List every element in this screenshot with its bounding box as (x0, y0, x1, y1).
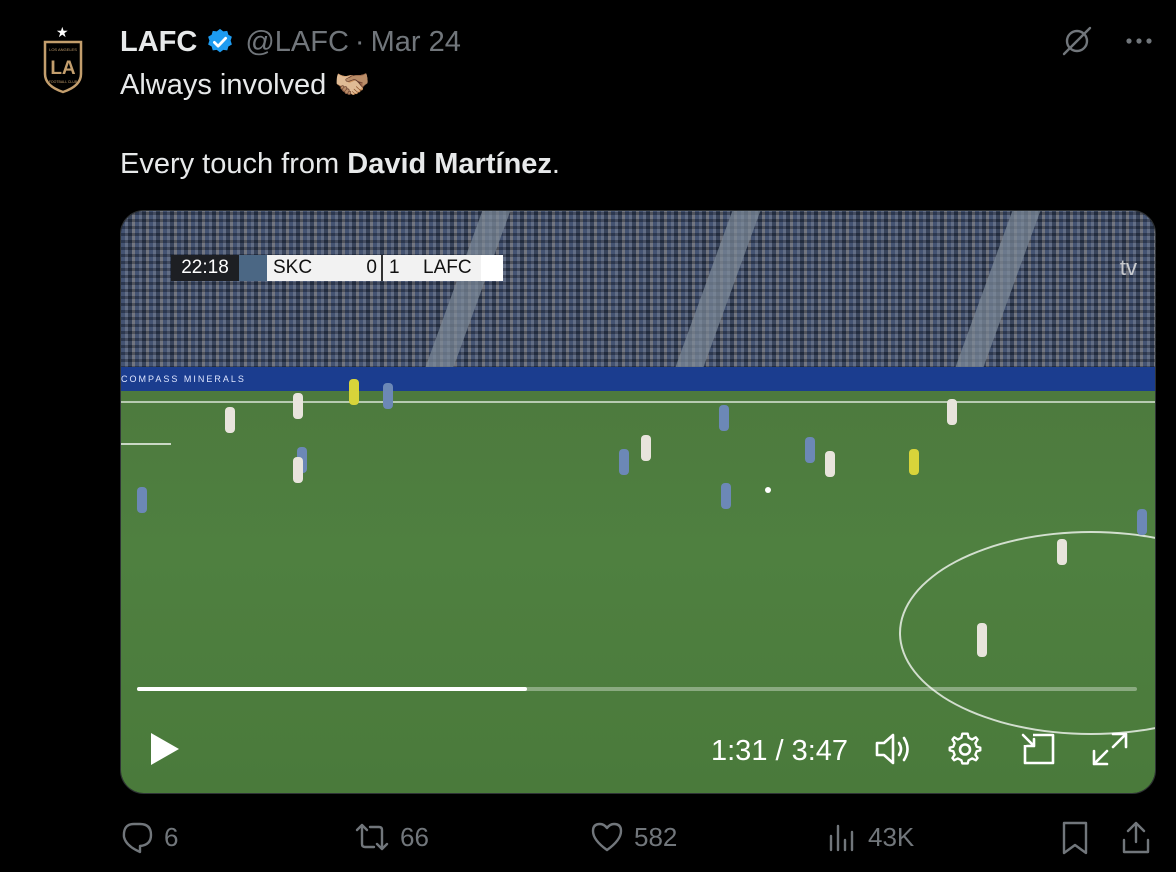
video-controls: 1:31 / 3:47 (121, 721, 1155, 777)
settings-icon[interactable] (947, 731, 983, 767)
player (1137, 509, 1147, 535)
verified-badge-icon (208, 28, 233, 53)
author-handle[interactable]: @LAFC (245, 26, 349, 59)
repost-button[interactable]: 66 (354, 820, 429, 854)
more-icon[interactable] (1124, 26, 1154, 56)
tweet-header: LAFC @LAFC · Mar 24 (120, 24, 461, 60)
player (1057, 539, 1067, 565)
views-count: 43K (868, 821, 915, 852)
player (225, 407, 235, 433)
tweet-text-bold-name: David Martínez (347, 148, 552, 180)
play-icon[interactable] (147, 731, 181, 767)
player (825, 451, 835, 477)
grok-icon[interactable] (1060, 24, 1094, 58)
player (719, 405, 729, 431)
home-color-bar (239, 255, 267, 281)
bookmark-button[interactable] (1060, 820, 1090, 856)
adboard-text: COMPASS MINERALS (121, 374, 246, 384)
home-team: SKC (267, 255, 345, 281)
avatar[interactable]: ★ LOS ANGELES LA FOOTBALL CLUB (40, 24, 86, 100)
svg-text:LA: LA (50, 58, 76, 79)
share-button[interactable] (1120, 820, 1152, 856)
home-score: 0 (345, 255, 383, 281)
views-icon (829, 824, 854, 852)
player (293, 393, 303, 419)
video-time: 1:31 / 3:47 (711, 735, 849, 767)
views-button[interactable]: 43K (828, 820, 914, 854)
header-separator: · (354, 25, 365, 58)
penalty-box-line (121, 443, 171, 445)
match-clock: 22:18 (171, 255, 239, 281)
volume-icon[interactable] (873, 731, 913, 767)
dock-icon[interactable] (1019, 731, 1057, 767)
share-icon (1122, 821, 1150, 854)
tweet-action-bar: 6 66 582 43K (120, 814, 1160, 864)
ball (765, 487, 771, 493)
reply-button[interactable]: 6 (120, 820, 178, 854)
away-score: 1 (383, 255, 413, 281)
player (619, 449, 629, 475)
tweet-text-line2: Every touch from David Martínez. (120, 148, 560, 181)
tweet-top-actions (1060, 24, 1154, 58)
player (947, 399, 957, 425)
scorebug: 22:18 SKC 0 1 LAFC (171, 255, 503, 281)
video-progress-bar[interactable] (137, 687, 1137, 691)
repost-count: 66 (400, 821, 429, 852)
referee (349, 379, 359, 405)
like-button[interactable]: 582 (590, 820, 677, 854)
center-circle (899, 531, 1155, 735)
video-player[interactable]: COMPASS MINERALS 22:18 SKC 0 1 LAFC tv 1… (120, 210, 1156, 794)
like-icon (591, 822, 623, 852)
star-icon: ★ (56, 24, 69, 40)
lafc-crest-logo: LOS ANGELES LA FOOTBALL CLUB (43, 40, 83, 94)
player (293, 457, 303, 483)
player (721, 483, 731, 509)
tweet-text-prefix: Every touch from (120, 148, 348, 180)
author-name[interactable]: LAFC (120, 26, 197, 59)
referee (909, 449, 919, 475)
tweet-text-suffix: . (551, 148, 560, 180)
player (137, 487, 147, 513)
svg-text:FOOTBALL CLUB: FOOTBALL CLUB (49, 80, 78, 84)
broadcaster-logo-text: tv (1119, 255, 1137, 280)
reply-count: 6 (164, 821, 179, 852)
bookmark-icon (1062, 821, 1088, 855)
video-progress-fill (137, 687, 527, 691)
tweet-date[interactable]: Mar 24 (371, 26, 461, 59)
touchline (121, 401, 1155, 403)
away-team: LAFC (413, 255, 481, 281)
svg-text:LOS ANGELES: LOS ANGELES (49, 47, 77, 52)
player (641, 435, 651, 461)
fullscreen-icon[interactable] (1091, 731, 1129, 767)
broadcaster-logo: tv (1120, 255, 1137, 281)
player (383, 383, 393, 409)
player (977, 623, 987, 657)
reply-icon (122, 822, 153, 854)
repost-icon (355, 823, 389, 851)
tweet-text-line1: Always involved 🫱🏼‍🫲🏽 (120, 69, 371, 101)
player (805, 437, 815, 463)
like-count: 582 (634, 821, 678, 852)
away-color-bar (481, 255, 503, 281)
adboard: COMPASS MINERALS (121, 367, 1155, 391)
